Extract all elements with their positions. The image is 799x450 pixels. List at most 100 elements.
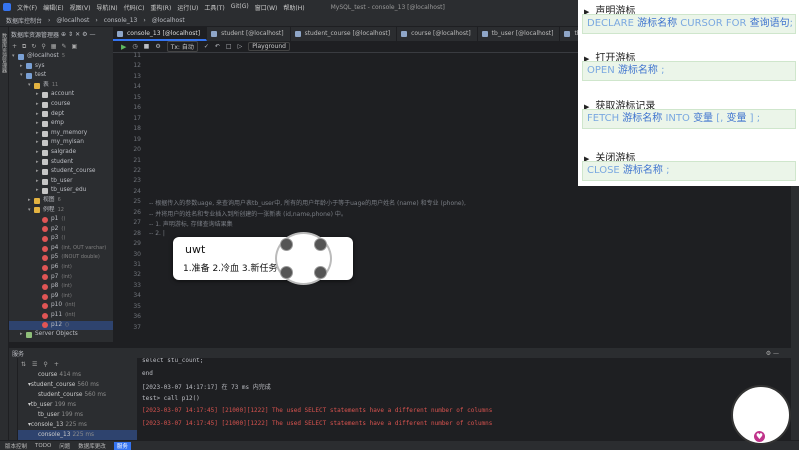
tree-row[interactable]: ▸ course bbox=[9, 100, 113, 110]
service-duration: 199 ms bbox=[61, 412, 84, 418]
history-icon[interactable]: ◷ bbox=[132, 43, 137, 50]
copy-icon[interactable]: ⧉ bbox=[22, 43, 26, 51]
tree-row[interactable]: ▸ student bbox=[9, 158, 113, 168]
db-explorer-tool-label[interactable]: 数据库资源管理器 bbox=[1, 33, 8, 73]
tree-row[interactable]: ▸ tb_user bbox=[9, 177, 113, 187]
tree-row[interactable]: ▾ @localhost 5 bbox=[9, 52, 113, 62]
menu-item[interactable]: Git(G) bbox=[231, 3, 249, 12]
add-icon[interactable]: + bbox=[54, 361, 59, 368]
menu-item[interactable]: 工具(T) bbox=[204, 3, 224, 12]
filter-icon[interactable]: ⚲ bbox=[43, 361, 47, 368]
expand-icon[interactable]: ⇅ bbox=[21, 361, 26, 368]
status-tool-button[interactable]: 问题 bbox=[59, 442, 70, 450]
filter-icon[interactable]: ⚲ bbox=[41, 43, 45, 50]
menu-item[interactable]: 运行(U) bbox=[177, 3, 198, 12]
ime-dot-icon bbox=[314, 238, 327, 251]
tree-row[interactable]: ▸ dept bbox=[9, 110, 113, 120]
tree-row[interactable]: ▸ salgrade bbox=[9, 148, 113, 158]
menu-item[interactable]: 视图(V) bbox=[70, 3, 91, 12]
tree-row[interactable]: p9 (int) bbox=[9, 292, 113, 302]
service-row[interactable]: console_13 225 ms bbox=[18, 430, 137, 440]
status-tool-button[interactable]: TODO bbox=[35, 443, 51, 449]
tree-row[interactable]: ▸ my_myisan bbox=[9, 138, 113, 148]
menu-item[interactable]: 代码(C) bbox=[124, 3, 145, 12]
breadcrumb-item[interactable]: 数据库控制台 bbox=[6, 16, 42, 25]
collapse-icon[interactable]: ⇕ bbox=[68, 31, 73, 38]
services-gear-icon[interactable]: ⚙ — bbox=[766, 350, 779, 357]
editor-tab[interactable]: student [@localhost] bbox=[207, 27, 291, 41]
tree-row[interactable]: ▾ 例程 12 bbox=[9, 206, 113, 216]
code-editor[interactable]: -- 根据传入的参数uage, 来查询用户表tb_user中, 所有的用户年龄小… bbox=[145, 53, 590, 338]
stop-icon[interactable]: ■ bbox=[144, 43, 150, 50]
service-row[interactable]: ▾student_course 560 ms bbox=[18, 380, 137, 390]
note-code-token: ; bbox=[657, 65, 665, 76]
status-tool-button[interactable]: 服务 bbox=[113, 441, 131, 450]
playground-select[interactable]: Playground bbox=[248, 42, 290, 51]
tree-row[interactable]: ▸ sys bbox=[9, 62, 113, 72]
close-icon[interactable]: ✕ bbox=[75, 31, 80, 38]
ime-candidates[interactable]: 1.准备 2.冷血 3.新任务 bbox=[183, 261, 277, 274]
note-code-token: FETCH bbox=[587, 113, 623, 124]
service-row[interactable]: ▾console_13 225 ms bbox=[18, 420, 137, 430]
gear-icon[interactable]: ⚙ bbox=[82, 31, 87, 38]
play-icon[interactable]: ▷ bbox=[238, 43, 243, 50]
tree-row[interactable]: p12() bbox=[9, 320, 113, 331]
run-icon[interactable]: ▶ bbox=[121, 43, 126, 51]
editor-tab[interactable]: course [@localhost] bbox=[397, 27, 478, 41]
stop-tx-icon[interactable]: □ bbox=[226, 43, 232, 50]
service-row[interactable]: student_course 560 ms bbox=[18, 390, 137, 400]
tree-row[interactable]: ▸ account bbox=[9, 90, 113, 100]
tx-mode-select[interactable]: Tx: 自动 bbox=[166, 41, 198, 52]
tree-row[interactable]: p5 (INOUT double) bbox=[9, 253, 113, 263]
editor-tab[interactable]: console_13 [@localhost] bbox=[113, 27, 208, 41]
menu-item[interactable]: 文件(F) bbox=[17, 3, 37, 12]
console-icon[interactable]: ▣ bbox=[71, 43, 77, 50]
service-row[interactable]: ▾tb_user 199 ms bbox=[18, 400, 137, 410]
minimize-icon[interactable]: — bbox=[90, 31, 96, 38]
status-tool-button[interactable]: 版本控制 bbox=[5, 442, 27, 450]
add-icon[interactable]: + bbox=[12, 43, 17, 50]
menu-item[interactable]: 导航(N) bbox=[96, 3, 117, 12]
tree-row[interactable]: ▸ emp bbox=[9, 119, 113, 129]
menu-item[interactable]: 帮助(H) bbox=[283, 3, 304, 12]
tree-extra: 5 bbox=[61, 53, 66, 59]
rollback-icon[interactable]: ↶ bbox=[215, 43, 220, 50]
tree-row[interactable]: p7 (int) bbox=[9, 273, 113, 283]
menu-item[interactable]: 编辑(E) bbox=[43, 3, 63, 12]
settings-icon[interactable]: ⚙ bbox=[155, 43, 160, 50]
tree-row[interactable]: p11 (int) bbox=[9, 311, 113, 321]
heart-icon: ♥ bbox=[754, 431, 765, 442]
breadcrumb-item[interactable]: @localhost bbox=[152, 17, 185, 24]
menu-item[interactable]: 窗口(W) bbox=[255, 3, 278, 12]
tree-row[interactable]: ▸ tb_user_edu bbox=[9, 186, 113, 196]
breadcrumb-item[interactable]: @localhost bbox=[56, 17, 89, 24]
code-line: -- 2. | bbox=[149, 229, 165, 237]
tree-row[interactable]: p1() bbox=[9, 215, 113, 225]
tree-row[interactable]: p8 (int) bbox=[9, 282, 113, 292]
editor-tab[interactable]: student_course [@localhost] bbox=[291, 27, 398, 41]
tree-row[interactable]: ▸ 视图 6 bbox=[9, 196, 113, 206]
crosshair-icon[interactable]: ⊕ bbox=[61, 31, 66, 38]
tree-row[interactable]: p3() bbox=[9, 234, 113, 244]
status-tool-button[interactable]: 数据库更改 bbox=[78, 442, 106, 450]
tree-row[interactable]: ▸ my_memory bbox=[9, 129, 113, 139]
tree-row[interactable]: ▾ test bbox=[9, 71, 113, 81]
edit-icon[interactable]: ✎ bbox=[61, 43, 66, 50]
refresh-icon[interactable]: ↻ bbox=[31, 43, 36, 50]
breadcrumb-item[interactable]: console_13 bbox=[104, 17, 138, 24]
tree-row[interactable]: p2() bbox=[9, 225, 113, 235]
service-row[interactable]: tb_user 199 ms bbox=[18, 410, 137, 420]
tree-row[interactable]: ▾ 表 11 bbox=[9, 81, 113, 91]
query-console-output[interactable]: select stu_count; end [2023-03-07 14:17:1… bbox=[137, 358, 759, 440]
align-icon[interactable]: ☰ bbox=[32, 361, 37, 368]
service-row[interactable]: course 414 ms bbox=[18, 370, 137, 380]
commit-icon[interactable]: ✓ bbox=[204, 43, 209, 50]
menu-item[interactable]: 重构(R) bbox=[150, 3, 171, 12]
tree-row[interactable]: p10 (int) bbox=[9, 301, 113, 311]
tree-row[interactable]: ▸ student_course bbox=[9, 167, 113, 177]
table-icon[interactable]: ▦ bbox=[51, 43, 57, 50]
tree-row[interactable]: ▸ Server Objects bbox=[9, 330, 113, 340]
tree-row[interactable]: p6 (int) bbox=[9, 263, 113, 273]
tree-row[interactable]: p4 (int, OUT varchar) bbox=[9, 244, 113, 254]
editor-tab[interactable]: tb_user [@localhost] bbox=[478, 27, 561, 41]
